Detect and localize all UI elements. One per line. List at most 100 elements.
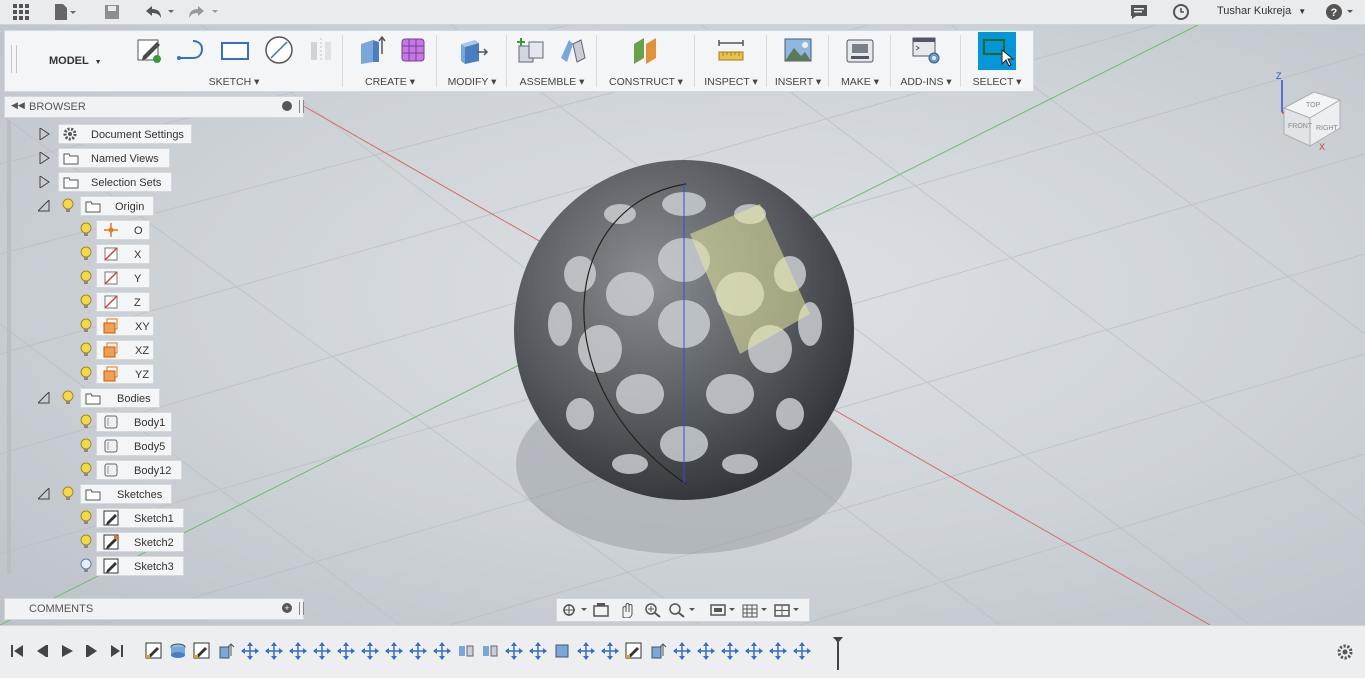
timeline-feature-move-icon[interactable] xyxy=(385,642,403,660)
workspace-switcher[interactable]: MODEL ▼ xyxy=(49,55,102,67)
timeline-feature-move-icon[interactable] xyxy=(289,642,307,660)
browser-scrollbar[interactable] xyxy=(7,120,11,574)
3d-print-icon[interactable] xyxy=(844,34,876,66)
data-panel-grid-icon[interactable] xyxy=(10,2,32,22)
extrude-icon[interactable] xyxy=(355,34,387,66)
timeline-feature-move-icon[interactable] xyxy=(529,642,547,660)
visibility-bulb-off-icon[interactable] xyxy=(80,558,92,574)
collapse-arrow-icon[interactable] xyxy=(38,392,50,404)
visibility-bulb-icon[interactable] xyxy=(80,534,92,550)
visibility-bulb-icon[interactable] xyxy=(80,342,92,358)
help-icon[interactable]: ? xyxy=(1324,2,1356,22)
select-tool-icon[interactable] xyxy=(978,32,1016,70)
visibility-bulb-icon[interactable] xyxy=(80,414,92,430)
scripts-add-ins-icon[interactable] xyxy=(910,34,942,66)
timeline-feature-move-icon[interactable] xyxy=(745,642,763,660)
visibility-bulb-icon[interactable] xyxy=(62,486,74,502)
timeline-settings-gear-icon[interactable] xyxy=(1336,643,1354,661)
expand-arrow-icon[interactable] xyxy=(38,128,50,140)
timeline-feature-move-icon[interactable] xyxy=(409,642,427,660)
pin-handle-icon[interactable] xyxy=(299,100,304,113)
joint-icon[interactable] xyxy=(557,34,589,66)
step-forward-icon[interactable] xyxy=(84,643,100,659)
press-pull-icon[interactable] xyxy=(457,34,489,66)
timeline-feature-move-icon[interactable] xyxy=(361,642,379,660)
timeline-feature-move-icon[interactable] xyxy=(241,642,259,660)
user-account-menu[interactable]: Tushar Kukreja ▼ xyxy=(1217,5,1306,17)
circle-tool-icon[interactable] xyxy=(263,34,295,66)
go-to-start-icon[interactable] xyxy=(9,643,25,659)
timeline-feature-move-icon[interactable] xyxy=(313,642,331,660)
create-sketch-icon[interactable] xyxy=(133,34,165,66)
timeline-feature-move-icon[interactable] xyxy=(601,642,619,660)
notifications-comment-icon[interactable] xyxy=(1128,2,1150,22)
line-tool-icon[interactable] xyxy=(175,34,207,66)
save-icon[interactable] xyxy=(102,2,122,22)
redo-icon[interactable] xyxy=(186,2,220,22)
minimize-icon[interactable] xyxy=(282,101,292,111)
zoom-window-icon[interactable] xyxy=(667,602,697,618)
timeline-feature-move-icon[interactable] xyxy=(265,642,283,660)
timeline-feature-move-icon[interactable] xyxy=(337,642,355,660)
step-back-icon[interactable] xyxy=(34,643,50,659)
play-icon[interactable] xyxy=(59,643,75,659)
file-menu-icon[interactable] xyxy=(52,2,78,22)
visibility-bulb-icon[interactable] xyxy=(80,318,92,334)
visibility-bulb-icon[interactable] xyxy=(80,438,92,454)
collapse-arrow-icon[interactable] xyxy=(38,200,50,212)
collapse-panel-icon[interactable]: ◀◀ xyxy=(11,100,25,111)
insert-image-icon[interactable] xyxy=(782,34,814,66)
new-component-icon[interactable] xyxy=(515,34,547,66)
mirror-tool-icon[interactable] xyxy=(305,34,337,66)
timeline-marker-handle[interactable] xyxy=(832,636,844,670)
visibility-bulb-icon[interactable] xyxy=(80,270,92,286)
comments-panel-header[interactable]: COMMENTS + xyxy=(4,598,304,620)
timeline-feature-move-icon[interactable] xyxy=(433,642,451,660)
visibility-bulb-icon[interactable] xyxy=(62,198,74,214)
timeline-feature-joint-icon[interactable] xyxy=(481,642,499,660)
timeline-feature-sketch-icon[interactable] xyxy=(193,642,211,660)
insert-menu[interactable]: INSERT ▾ xyxy=(767,76,829,88)
visibility-bulb-icon[interactable] xyxy=(80,462,92,478)
undo-icon[interactable] xyxy=(142,2,176,22)
go-to-end-icon[interactable] xyxy=(109,643,125,659)
visibility-bulb-icon[interactable] xyxy=(62,390,74,406)
offset-plane-icon[interactable] xyxy=(630,34,662,66)
create-form-icon[interactable] xyxy=(397,34,429,66)
timeline-feature-move-icon[interactable] xyxy=(769,642,787,660)
timeline-feature-move-icon[interactable] xyxy=(721,642,739,660)
timeline-feature-box-icon[interactable] xyxy=(553,642,571,660)
visibility-bulb-icon[interactable] xyxy=(80,294,92,310)
assemble-menu[interactable]: ASSEMBLE ▾ xyxy=(507,76,597,88)
timeline-feature-move-icon[interactable] xyxy=(793,642,811,660)
visibility-bulb-icon[interactable] xyxy=(80,366,92,382)
create-menu[interactable]: CREATE ▾ xyxy=(343,76,437,88)
timeline-feature-move-icon[interactable] xyxy=(505,642,523,660)
look-at-icon[interactable] xyxy=(591,602,611,618)
visibility-bulb-icon[interactable] xyxy=(80,222,92,238)
expand-arrow-icon[interactable] xyxy=(38,152,50,164)
pin-handle-icon[interactable] xyxy=(299,602,304,615)
timeline-feature-joint-icon[interactable] xyxy=(457,642,475,660)
timeline-feature-extrude-icon[interactable] xyxy=(169,642,187,660)
collapse-arrow-icon[interactable] xyxy=(38,488,50,500)
job-status-clock-icon[interactable] xyxy=(1170,2,1192,22)
visibility-bulb-icon[interactable] xyxy=(80,510,92,526)
add-comment-icon[interactable]: + xyxy=(282,603,292,613)
timeline-feature-pull-icon[interactable] xyxy=(649,642,667,660)
timeline-feature-pull-icon[interactable] xyxy=(217,642,235,660)
timeline-feature-sketch-icon[interactable] xyxy=(145,642,163,660)
zoom-icon[interactable] xyxy=(643,602,663,618)
display-settings-icon[interactable] xyxy=(709,602,737,618)
select-menu[interactable]: SELECT ▾ xyxy=(961,76,1033,88)
orbit-icon[interactable] xyxy=(561,602,589,618)
viewcube[interactable]: TOP FRONT RIGHT Z X xyxy=(1270,70,1346,152)
expand-arrow-icon[interactable] xyxy=(38,176,50,188)
sketch-menu[interactable]: SKETCH ▾ xyxy=(125,76,343,88)
measure-icon[interactable] xyxy=(715,34,747,66)
visibility-bulb-icon[interactable] xyxy=(80,246,92,262)
toolbar-grip-handle[interactable] xyxy=(11,45,17,73)
timeline-feature-move-icon[interactable] xyxy=(577,642,595,660)
timeline-feature-move-icon[interactable] xyxy=(697,642,715,660)
add-ins-menu[interactable]: ADD-INS ▾ xyxy=(891,76,961,88)
